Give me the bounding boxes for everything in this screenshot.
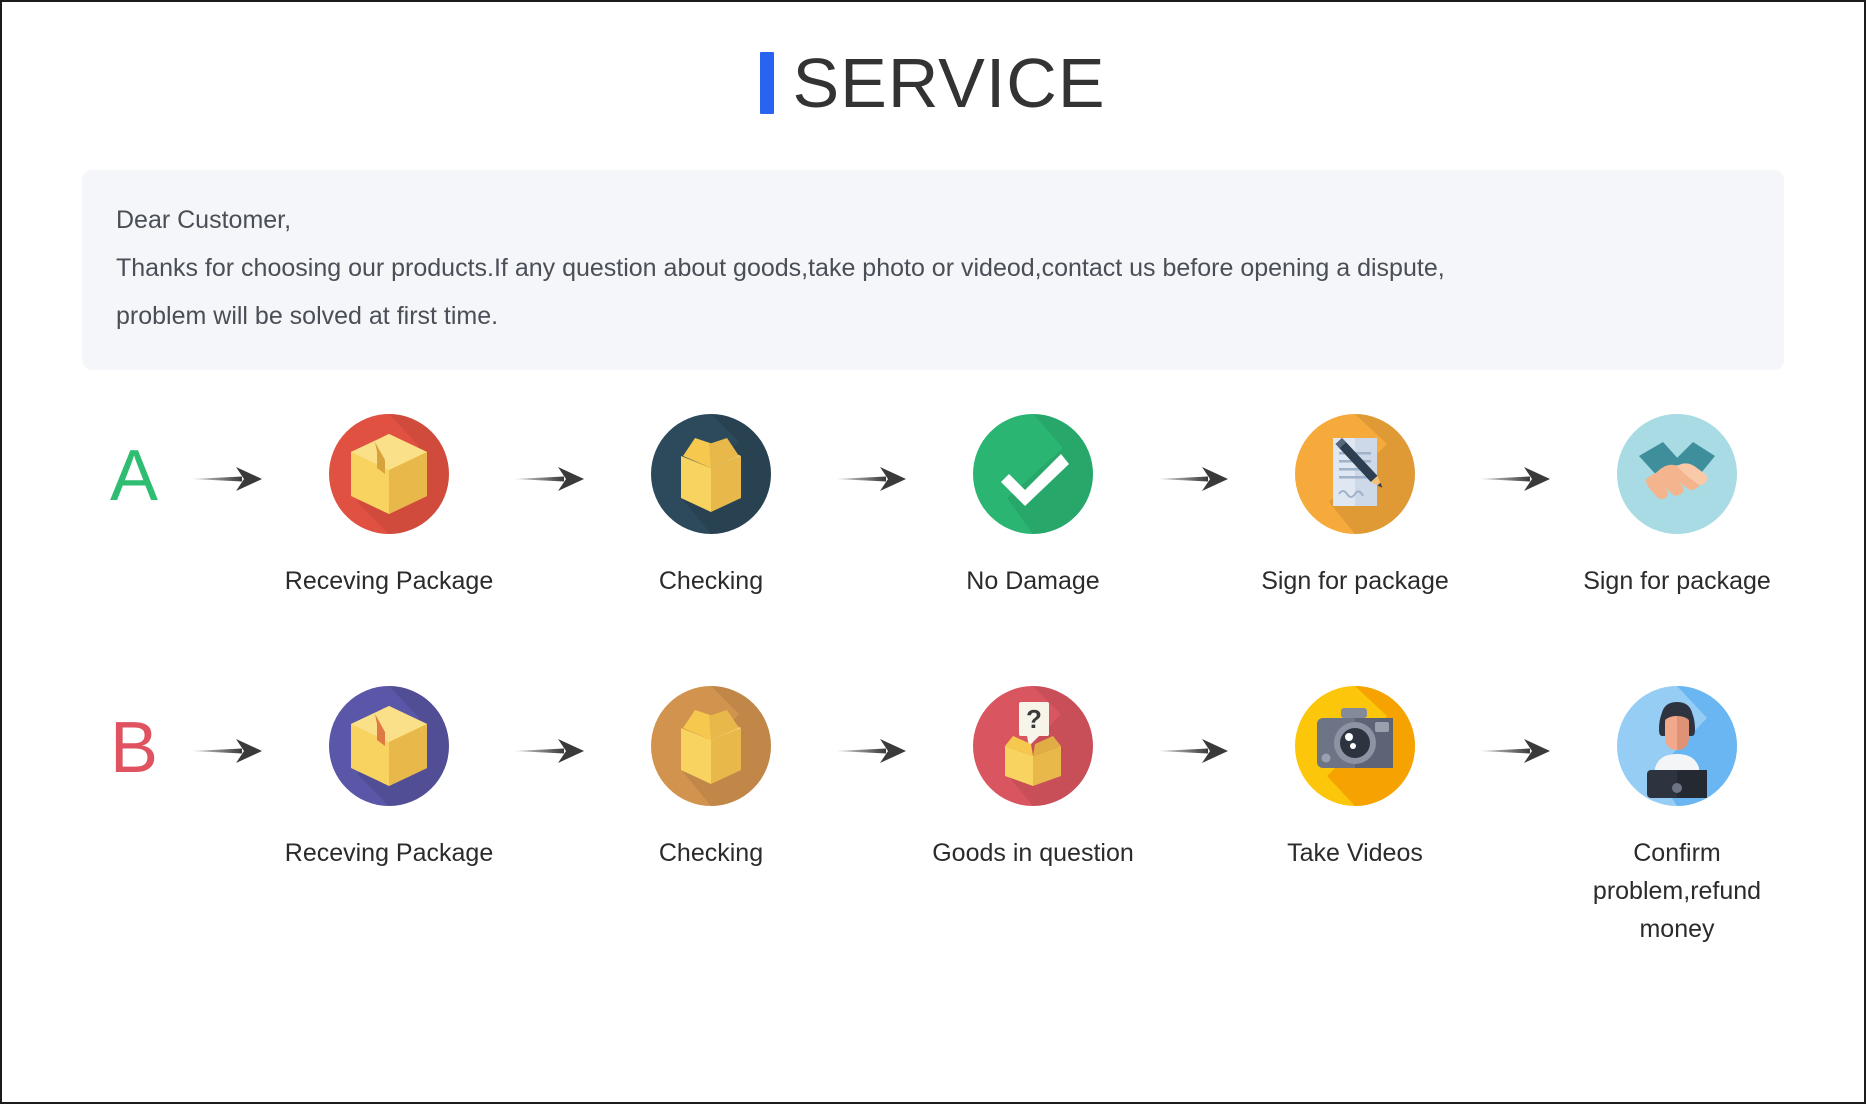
document-pen-icon <box>1295 414 1415 534</box>
open-box-icon <box>651 414 771 534</box>
flow-badge-a-letter: A <box>109 436 159 516</box>
flow-a-step-5-label: Sign for package <box>1583 567 1771 595</box>
right-arrow-icon <box>504 412 596 494</box>
closed-box-icon <box>329 686 449 806</box>
title-accent-bar <box>760 52 775 114</box>
right-arrow-icon <box>1148 684 1240 766</box>
flow-b-step-3-label: Goods in question <box>932 839 1134 867</box>
flow-a-step-1: Receving Package <box>274 412 504 600</box>
right-arrow-icon <box>826 412 918 494</box>
notice-line-1: Dear Customer, <box>116 206 292 234</box>
notice-line-2: Thanks for choosing our products.If any … <box>116 254 1445 282</box>
flow-a-step-4: Sign for package <box>1240 412 1470 600</box>
question-box-icon: ? <box>973 686 1093 806</box>
flow-b-step-4-label: Take Videos <box>1287 839 1423 867</box>
flow-a-step-5: Sign for package <box>1562 412 1792 600</box>
flow-b-step-3: ? Goods in question <box>918 684 1148 872</box>
open-box-icon <box>651 686 771 806</box>
flow-b-step-2: Checking <box>596 684 826 872</box>
flow-b-step-1-label: Receving Package <box>284 839 494 867</box>
flow-a-step-3-label: No Damage <box>966 567 1100 595</box>
flow-badge-a: A <box>86 412 182 512</box>
flow-b-step-1: Receving Package <box>274 684 504 872</box>
check-mark-icon <box>973 414 1093 534</box>
notice-line-3: problem will be solved at first time. <box>116 302 499 330</box>
flow-row-a: A Receving Package Checking No Damage Si… <box>2 412 1864 600</box>
svg-text:?: ? <box>1026 704 1042 734</box>
customer-notice: Dear Customer, Thanks for choosing our p… <box>82 170 1784 370</box>
right-arrow-icon <box>182 684 274 766</box>
flow-b-step-2-label: Checking <box>658 839 764 867</box>
support-agent-icon <box>1617 686 1737 806</box>
right-arrow-icon <box>1470 412 1562 494</box>
camera-icon <box>1295 686 1415 806</box>
service-page: SERVICE Dear Customer, Thanks for choosi… <box>0 0 1866 1104</box>
flow-badge-b: B <box>86 684 182 784</box>
flow-b-step-5-label: Confirm problem,refund money <box>1592 839 1762 943</box>
flow-a-step-2: Checking <box>596 412 826 600</box>
flow-a-step-1-label: Receving Package <box>284 567 494 595</box>
right-arrow-icon <box>182 412 274 494</box>
right-arrow-icon <box>1470 684 1562 766</box>
flow-b-step-5: Confirm problem,refund money <box>1562 684 1792 948</box>
page-title: SERVICE <box>2 2 1864 118</box>
right-arrow-icon <box>1148 412 1240 494</box>
flow-badge-b-letter: B <box>109 708 159 788</box>
handshake-icon <box>1617 414 1737 534</box>
page-title-text: SERVICE <box>792 44 1106 122</box>
flow-a-step-2-label: Checking <box>658 567 764 595</box>
closed-box-icon <box>329 414 449 534</box>
flow-a-step-4-label: Sign for package <box>1261 567 1449 595</box>
flow-row-b: B Receving Package Checking ? Goods in q… <box>2 684 1864 948</box>
flow-a-step-3: No Damage <box>918 412 1148 600</box>
right-arrow-icon <box>504 684 596 766</box>
flow-b-step-4: Take Videos <box>1240 684 1470 872</box>
right-arrow-icon <box>826 684 918 766</box>
